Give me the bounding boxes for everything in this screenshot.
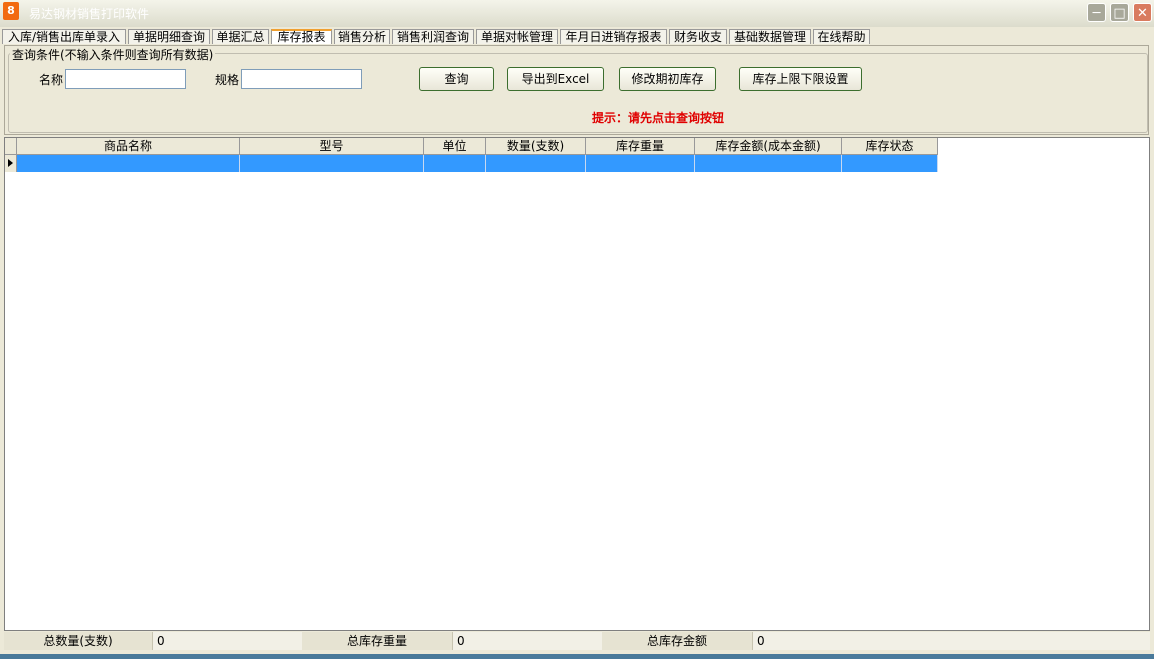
summary-bar: 总数量(支数) 0 总库存重量 0 总库存金额 0 <box>4 632 1150 650</box>
grid-corner <box>5 138 17 155</box>
stock-limit-settings-button[interactable]: 库存上限下限设置 <box>739 67 862 91</box>
tab-sales-profit-query[interactable]: 销售利润查询 <box>392 29 474 44</box>
spec-input[interactable] <box>241 69 362 89</box>
query-legend: 查询条件(不输入条件则查询所有数据) <box>10 46 216 63</box>
table-cell[interactable] <box>842 155 938 172</box>
inventory-grid[interactable]: 商品名称 型号 单位 数量(支数) 库存重量 库存金额(成本金额) 库存状态 <box>4 137 1150 631</box>
total-quantity-value: 0 <box>152 632 302 650</box>
query-button[interactable]: 查询 <box>419 67 494 91</box>
table-cell[interactable] <box>17 155 240 172</box>
app-icon: 8 <box>3 2 19 20</box>
table-cell[interactable] <box>424 155 486 172</box>
close-button[interactable]: ✕ <box>1133 3 1152 22</box>
total-amount-value: 0 <box>752 632 1150 650</box>
table-cell[interactable] <box>486 155 586 172</box>
tab-stock-in-sales-entry[interactable]: 入库/销售出库单录入 <box>2 29 126 44</box>
total-weight-label: 总库存重量 <box>302 632 452 650</box>
tab-document-detail-query[interactable]: 单据明细查询 <box>128 29 210 44</box>
spec-label: 规格 <box>215 73 240 87</box>
total-quantity-label: 总数量(支数) <box>4 632 152 650</box>
tab-sales-analysis[interactable]: 销售分析 <box>334 29 390 44</box>
edit-initial-stock-button[interactable]: 修改期初库存 <box>619 67 716 91</box>
column-header-stock-weight[interactable]: 库存重量 <box>586 138 695 155</box>
hint-text: 提示：请先点击查询按钮 <box>592 111 725 125</box>
current-row-arrow-icon <box>8 159 13 167</box>
tab-online-help[interactable]: 在线帮助 <box>813 29 870 44</box>
tab-reconciliation[interactable]: 单据对帐管理 <box>476 29 558 44</box>
column-header-stock-status[interactable]: 库存状态 <box>842 138 938 155</box>
table-cell[interactable] <box>240 155 424 172</box>
tab-inventory-report[interactable]: 库存报表 <box>271 29 332 44</box>
total-amount-label: 总库存金额 <box>602 632 752 650</box>
minimize-button[interactable]: ─ <box>1087 3 1106 22</box>
column-header-quantity[interactable]: 数量(支数) <box>486 138 586 155</box>
column-header-stock-amount[interactable]: 库存金额(成本金额) <box>695 138 842 155</box>
tab-finance[interactable]: 财务收支 <box>669 29 727 44</box>
table-cell[interactable] <box>695 155 842 172</box>
column-header-product-name[interactable]: 商品名称 <box>17 138 240 155</box>
total-weight-value: 0 <box>452 632 602 650</box>
window-bottom-border <box>0 654 1154 659</box>
window-title: 易达钢材销售打印软件 <box>29 7 150 21</box>
tab-document-summary[interactable]: 单据汇总 <box>212 29 269 44</box>
title-bar: 8 易达钢材销售打印软件 ─ □ ✕ <box>0 0 1154 27</box>
query-groupbox <box>8 53 1148 133</box>
maximize-button[interactable]: □ <box>1110 3 1129 22</box>
tab-period-report[interactable]: 年月日进销存报表 <box>560 29 667 44</box>
name-label: 名称 <box>39 73 64 87</box>
tab-base-data[interactable]: 基础数据管理 <box>729 29 811 44</box>
table-cell[interactable] <box>586 155 695 172</box>
name-input[interactable] <box>65 69 186 89</box>
row-selector[interactable] <box>5 155 17 172</box>
column-header-unit[interactable]: 单位 <box>424 138 486 155</box>
column-header-model[interactable]: 型号 <box>240 138 424 155</box>
export-excel-button[interactable]: 导出到Excel <box>507 67 604 91</box>
